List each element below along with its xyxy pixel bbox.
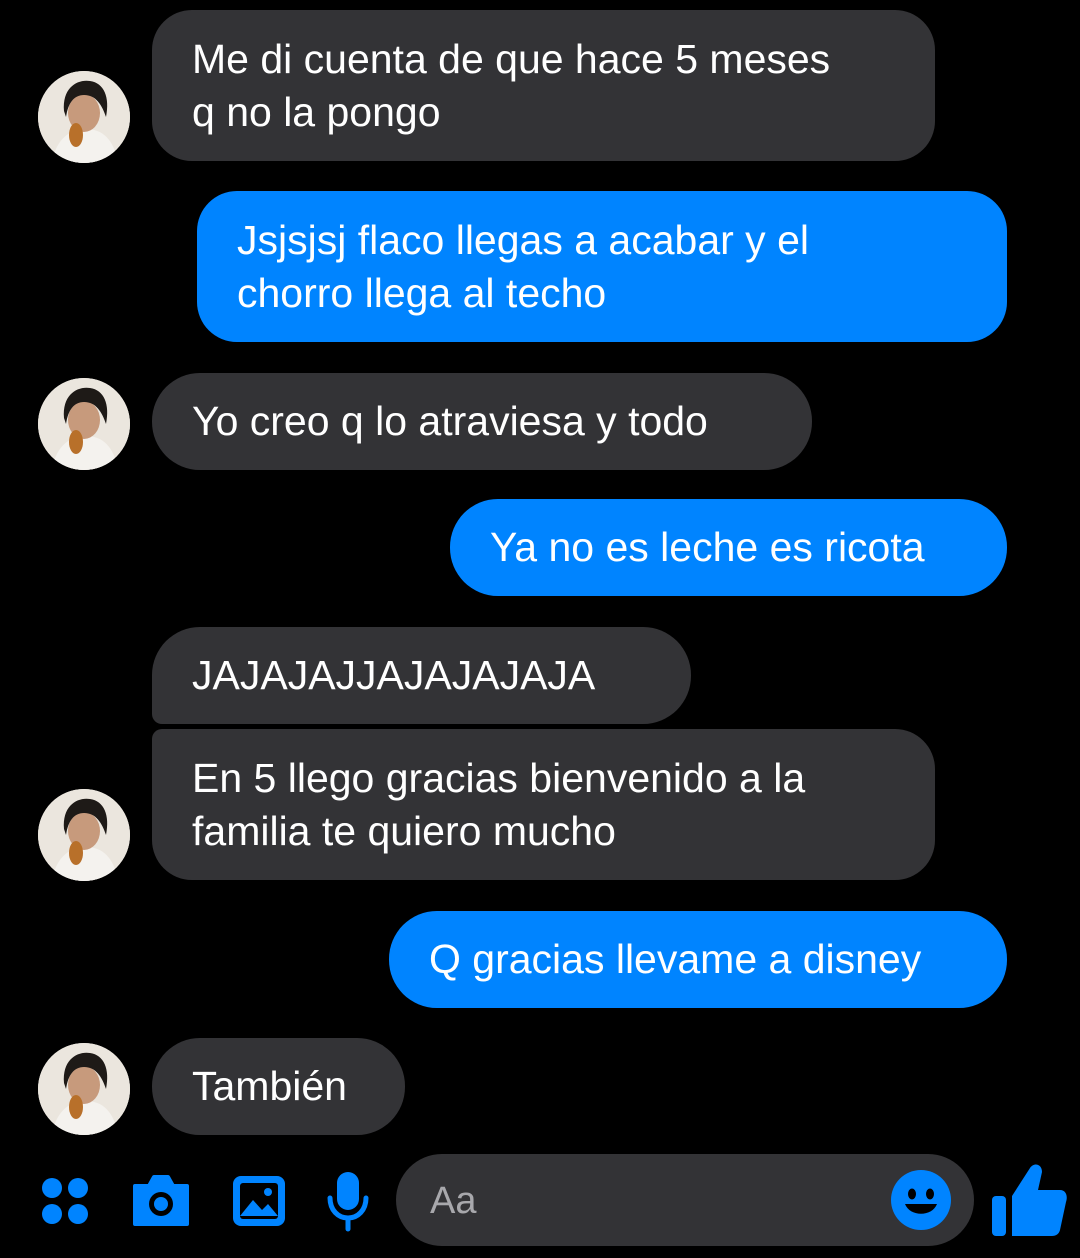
message-text: Ya no es leche es ricota xyxy=(490,524,925,570)
thumbs-up-icon[interactable] xyxy=(990,1162,1068,1238)
contact-avatar[interactable] xyxy=(38,378,130,470)
message-text: JAJAJAJJAJAJAJAJA xyxy=(192,652,596,698)
message-bubble-incoming[interactable]: JAJAJAJJAJAJAJAJA xyxy=(152,627,691,724)
message-bubble-incoming[interactable]: También xyxy=(152,1038,405,1135)
message-bubble-incoming[interactable]: Yo creo q lo atraviesa y todo xyxy=(152,373,812,470)
message-text: Jsjsjsj flaco llegas a acabar y el chorr… xyxy=(237,216,809,316)
message-bubble-outgoing[interactable]: Jsjsjsj flaco llegas a acabar y el chorr… xyxy=(197,191,1007,342)
emoji-icon[interactable] xyxy=(890,1169,952,1231)
message-text: Q gracias llevame a disney xyxy=(429,936,922,982)
gallery-icon[interactable] xyxy=(231,1174,287,1228)
contact-avatar[interactable] xyxy=(38,789,130,881)
message-bubble-outgoing[interactable]: Ya no es leche es ricota xyxy=(450,499,1007,596)
message-bubble-incoming[interactable]: Me di cuenta de que hace 5 meses q no la… xyxy=(152,10,935,161)
contact-avatar[interactable] xyxy=(38,1043,130,1135)
contact-avatar[interactable] xyxy=(38,71,130,163)
message-bubble-incoming[interactable]: En 5 llego gracias bienvenido a la famil… xyxy=(152,729,935,880)
message-input[interactable] xyxy=(428,1154,872,1248)
message-text: También xyxy=(192,1063,347,1109)
message-text: Me di cuenta de que hace 5 meses q no la… xyxy=(192,35,831,135)
message-text: En 5 llego gracias bienvenido a la famil… xyxy=(192,754,806,854)
message-text: Yo creo q lo atraviesa y todo xyxy=(192,398,708,444)
message-bubble-outgoing[interactable]: Q gracias llevame a disney xyxy=(389,911,1007,1008)
microphone-icon[interactable] xyxy=(326,1170,370,1232)
camera-icon[interactable] xyxy=(131,1172,191,1228)
message-composer xyxy=(396,1154,974,1248)
apps-icon[interactable] xyxy=(40,1176,90,1226)
